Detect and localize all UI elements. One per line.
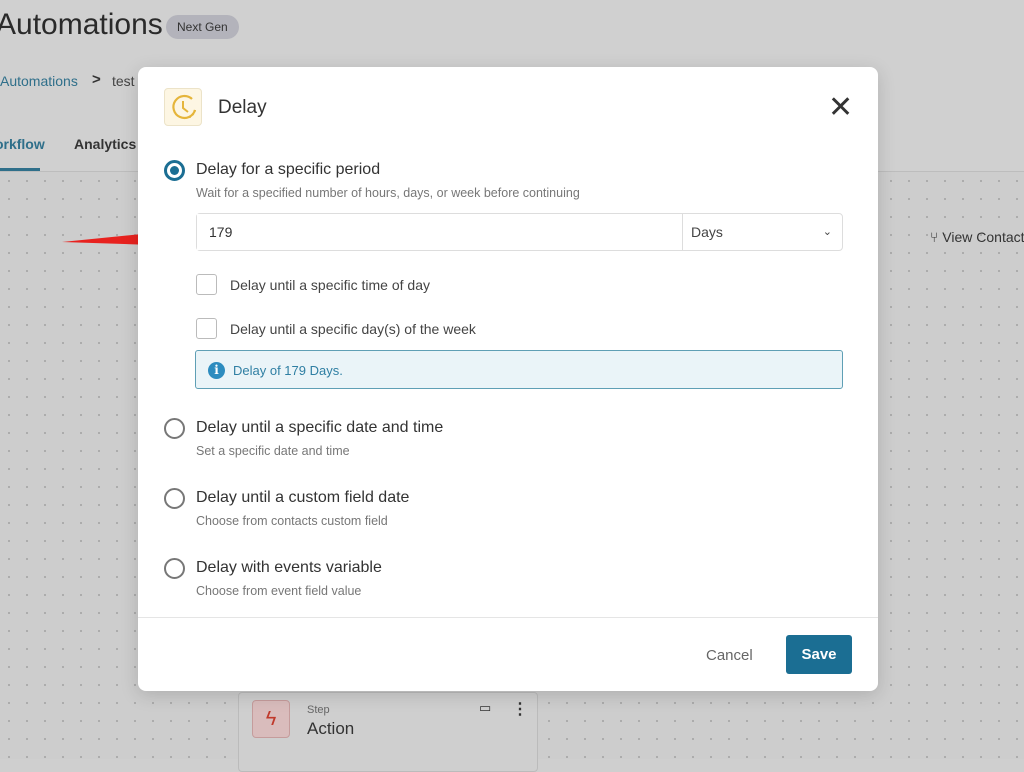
node-name: Action bbox=[307, 719, 355, 738]
delay-summary-info: i Delay of 179 Days. bbox=[195, 350, 843, 389]
radio-custom-field[interactable] bbox=[164, 488, 185, 509]
more-options-icon[interactable]: ⋮ bbox=[512, 699, 528, 719]
delay-modal: Delay ✕ Delay for a specific period Wait… bbox=[138, 67, 878, 691]
close-icon[interactable]: ✕ bbox=[828, 93, 853, 123]
clock-icon bbox=[164, 88, 202, 126]
workflow-node-action[interactable]: ϟ Step Action ▭ ⋮ bbox=[238, 692, 538, 772]
option-description: Wait for a specified number of hours, da… bbox=[196, 186, 580, 200]
option-label[interactable]: Delay for a specific period bbox=[196, 161, 380, 179]
cancel-button[interactable]: Cancel bbox=[706, 647, 753, 664]
radio-events-variable[interactable] bbox=[164, 558, 185, 579]
option-label[interactable]: Delay until a specific date and time bbox=[196, 419, 443, 437]
checkbox-day-of-week[interactable] bbox=[196, 318, 217, 339]
radio-date-time[interactable] bbox=[164, 418, 185, 439]
delay-amount-input[interactable] bbox=[197, 214, 682, 250]
radio-specific-period[interactable] bbox=[164, 160, 185, 181]
comment-icon[interactable]: ▭ bbox=[479, 700, 491, 716]
checkbox-label[interactable]: Delay until a specific day(s) of the wee… bbox=[230, 321, 476, 337]
checkbox-label[interactable]: Delay until a specific time of day bbox=[230, 277, 430, 293]
active-tab-indicator bbox=[0, 168, 40, 171]
branch-icon: ⑂ bbox=[930, 229, 943, 245]
save-button[interactable]: Save bbox=[786, 635, 852, 674]
lightning-icon: ϟ bbox=[252, 700, 290, 738]
delay-unit-select[interactable]: Days ⌄ bbox=[682, 214, 842, 250]
breadcrumb-automations[interactable]: Automations bbox=[0, 73, 78, 89]
period-input-group: Days⌄ bbox=[196, 213, 843, 251]
info-icon: i bbox=[208, 362, 225, 379]
breadcrumb-current: test bbox=[112, 73, 135, 89]
option-description: Choose from contacts custom field bbox=[196, 514, 388, 528]
checkbox-time-of-day[interactable] bbox=[196, 274, 217, 295]
option-description: Set a specific date and time bbox=[196, 444, 350, 458]
node-step-label: Step bbox=[307, 704, 330, 716]
view-contacts-button[interactable]: ⑂ View Contacts bbox=[930, 229, 1024, 245]
option-label[interactable]: Delay until a custom field date bbox=[196, 489, 409, 507]
option-description: Choose from event field value bbox=[196, 584, 362, 598]
info-text: Delay of 179 Days. bbox=[233, 363, 343, 378]
page-title: Automations bbox=[0, 8, 163, 41]
next-gen-badge: Next Gen bbox=[166, 15, 239, 39]
option-label[interactable]: Delay with events variable bbox=[196, 559, 382, 577]
chevron-right-icon: > bbox=[92, 71, 101, 88]
chevron-down-icon: ⌄ bbox=[822, 226, 832, 238]
footer-divider bbox=[138, 617, 878, 618]
modal-title: Delay bbox=[218, 97, 267, 118]
tab-workflow[interactable]: Workflow bbox=[0, 136, 45, 152]
tab-analytics[interactable]: Analytics bbox=[74, 136, 136, 152]
